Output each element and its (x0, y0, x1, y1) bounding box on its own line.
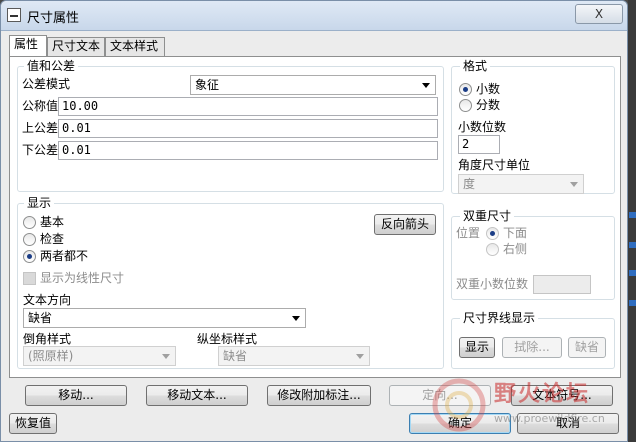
angle-unit-label: 角度尺寸单位 (458, 158, 531, 172)
tab-dimension-text[interactable]: 尺寸文本 (47, 37, 105, 56)
background-marker (629, 212, 636, 218)
dual-below-label: 下面 (503, 226, 528, 240)
background-marker (629, 242, 636, 248)
properties-panel: 值和公差 公差模式 象征 公称值 10.00 上公差 0.01 下公差 0.01… (9, 56, 621, 378)
app-icon (7, 8, 21, 22)
chevron-down-icon (570, 182, 578, 187)
orient-button[interactable]: 定向... (389, 385, 491, 406)
window-title: 尺寸属性 (27, 11, 80, 26)
dual-right-label: 右侧 (503, 242, 528, 256)
tab-text-style[interactable]: 文本样式 (105, 37, 165, 56)
text-direction-label: 文本方向 (23, 293, 72, 307)
linear-dimension-label: 显示为线性尺寸 (40, 271, 125, 285)
ok-button[interactable]: 确定 (409, 413, 511, 434)
background-window-edge (628, 0, 636, 442)
decimal-label: 小数 (476, 82, 501, 96)
chamfer-style-value: (照原样) (28, 349, 74, 363)
angle-unit-select[interactable]: 度 (458, 174, 584, 194)
text-direction-select[interactable]: 缺省 (23, 308, 306, 328)
dual-decimal-places-input[interactable] (533, 275, 591, 294)
chamfer-style-select[interactable]: (照原样) (23, 346, 176, 366)
witness-default-button[interactable]: 缺省 (568, 337, 606, 358)
format-legend: 格式 (460, 59, 491, 73)
dual-dimension-legend: 双重尺寸 (460, 209, 515, 223)
background-marker (629, 270, 636, 276)
tolerance-mode-label: 公差模式 (22, 77, 71, 91)
angle-unit-value: 度 (463, 177, 476, 191)
title-bar[interactable]: 尺寸属性 X (1, 1, 627, 31)
close-button[interactable]: X (575, 4, 623, 24)
background-marker (629, 300, 636, 306)
tolerance-mode-value: 象征 (195, 78, 220, 92)
neither-radio[interactable] (23, 250, 36, 263)
ordinate-style-value: 缺省 (223, 349, 248, 363)
witness-erase-button[interactable]: 拭除... (502, 337, 562, 358)
move-button[interactable]: 移动... (25, 385, 127, 406)
upper-tolerance-input[interactable]: 0.01 (58, 119, 438, 138)
nominal-value-label: 公称值 (22, 99, 59, 113)
chevron-down-icon (422, 83, 430, 88)
tab-properties[interactable]: 属性 (9, 35, 47, 57)
linear-dimension-checkbox[interactable] (23, 272, 36, 285)
ordinate-style-label: 纵坐标样式 (197, 332, 258, 346)
fraction-label: 分数 (476, 98, 501, 112)
dual-decimal-places-label: 双重小数位数 (456, 277, 529, 291)
value-tolerance-legend: 值和公差 (24, 59, 79, 73)
decimal-places-input[interactable]: 2 (458, 135, 500, 154)
restore-values-button[interactable]: 恢复值 (9, 413, 57, 434)
decimal-places-label: 小数位数 (458, 120, 507, 134)
inspect-label: 检查 (40, 232, 65, 246)
reverse-arrow-button[interactable]: 反向箭头 (374, 214, 436, 235)
lower-tolerance-label: 下公差 (22, 143, 59, 157)
basic-radio[interactable] (23, 216, 36, 229)
chevron-down-icon (356, 354, 364, 359)
dual-right-radio[interactable] (486, 243, 499, 256)
chevron-down-icon (292, 316, 300, 321)
chamfer-style-label: 倒角样式 (23, 332, 72, 346)
upper-tolerance-label: 上公差 (22, 121, 59, 135)
witness-line-legend: 尺寸界线显示 (460, 311, 539, 325)
chevron-down-icon (162, 354, 170, 359)
move-text-button[interactable]: 移动文本... (146, 385, 248, 406)
inspect-radio[interactable] (23, 233, 36, 246)
dual-position-label: 位置 (456, 226, 481, 240)
witness-show-button[interactable]: 显示 (459, 337, 495, 358)
fraction-radio[interactable] (459, 99, 472, 112)
ordinate-style-select[interactable]: 缺省 (218, 346, 370, 366)
nominal-value-input[interactable]: 10.00 (58, 97, 438, 116)
tolerance-mode-select[interactable]: 象征 (190, 75, 436, 95)
neither-label: 两者都不 (40, 249, 89, 263)
text-symbol-button[interactable]: 文本符号... (511, 385, 613, 406)
dual-below-radio[interactable] (486, 227, 499, 240)
lower-tolerance-input[interactable]: 0.01 (58, 141, 438, 160)
dimension-properties-dialog: 尺寸属性 X 属性 尺寸文本 文本样式 值和公差 公差模式 象征 公称值 10.… (0, 0, 628, 442)
display-legend: 显示 (24, 196, 55, 210)
decimal-radio[interactable] (459, 83, 472, 96)
basic-label: 基本 (40, 215, 65, 229)
modify-attached-button[interactable]: 修改附加标注... (267, 385, 371, 406)
cancel-button[interactable]: 取消 (517, 413, 619, 434)
text-direction-value: 缺省 (28, 311, 53, 325)
